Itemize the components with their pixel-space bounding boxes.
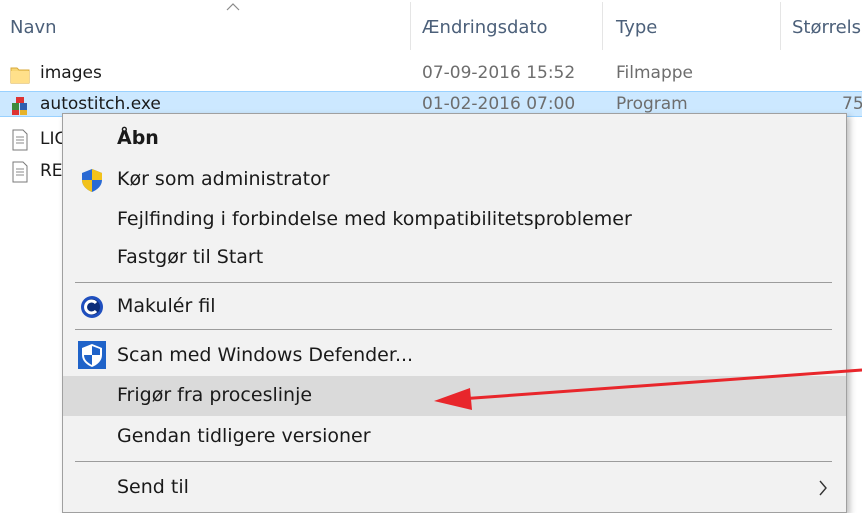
menu-item-label: Fejlfinding i forbindelse med kompatibil… xyxy=(117,208,632,230)
menu-item-scan-defender[interactable]: Scan med Windows Defender... xyxy=(63,336,846,376)
column-divider[interactable] xyxy=(410,2,411,50)
file-name[interactable]: autostitch.exe xyxy=(40,94,161,114)
menu-item-label: Send til xyxy=(117,476,189,498)
menu-separator xyxy=(75,461,832,462)
menu-item-label: Makulér fil xyxy=(117,295,216,317)
column-header-size[interactable]: Størrelse xyxy=(792,17,862,38)
file-type: Program xyxy=(616,94,688,114)
menu-separator xyxy=(75,329,832,330)
menu-item-label: Kør som administrator xyxy=(117,168,330,190)
menu-item-unpin-taskbar[interactable]: Frigør fra proceslinje xyxy=(63,376,846,416)
column-header-name[interactable]: Navn xyxy=(10,17,57,38)
exe-app-icon xyxy=(12,97,27,115)
file-size: 75 xyxy=(842,94,862,114)
menu-item-label: Åbn xyxy=(117,127,159,149)
column-header-modified[interactable]: Ændringsdato xyxy=(422,17,548,38)
menu-item-run-as-admin[interactable]: Kør som administrator xyxy=(63,160,846,200)
column-header-bar: Navn Ændringsdato Type Størrelse xyxy=(0,0,862,56)
text-file-icon xyxy=(12,161,28,183)
uac-shield-icon xyxy=(82,169,102,192)
file-type: Filmappe xyxy=(616,63,694,83)
column-divider[interactable] xyxy=(780,2,781,50)
menu-item-pin-start[interactable]: Fastgør til Start xyxy=(63,238,846,278)
column-header-type[interactable]: Type xyxy=(616,17,657,38)
file-name[interactable]: images xyxy=(40,63,102,83)
menu-item-restore-versions[interactable]: Gendan tidligere versioner xyxy=(63,417,846,457)
windows-defender-icon xyxy=(78,341,106,369)
menu-item-send-to[interactable]: Send til xyxy=(63,468,846,508)
text-file-icon xyxy=(12,129,28,151)
menu-item-open[interactable]: Åbn xyxy=(63,119,846,159)
file-date: 07-09-2016 15:52 xyxy=(422,63,576,83)
menu-item-troubleshoot-compat[interactable]: Fejlfinding i forbindelse med kompatibil… xyxy=(63,200,846,240)
menu-item-label: Scan med Windows Defender... xyxy=(117,344,414,366)
sort-ascending-icon xyxy=(226,3,240,11)
menu-item-label: Fastgør til Start xyxy=(117,246,264,268)
file-row-images[interactable]: images 07-09-2016 15:52 Filmappe xyxy=(0,61,862,87)
menu-item-shred-file[interactable]: Makulér fil xyxy=(63,287,846,327)
file-date: 01-02-2016 07:00 xyxy=(422,94,576,114)
menu-separator xyxy=(75,282,832,283)
chevron-right-icon xyxy=(819,480,827,496)
folder-icon xyxy=(10,67,30,84)
column-divider[interactable] xyxy=(602,2,603,50)
menu-item-label: Gendan tidligere versioner xyxy=(117,425,371,447)
ccleaner-icon xyxy=(81,296,103,318)
menu-item-label: Frigør fra proceslinje xyxy=(117,384,313,406)
context-menu: Åbn Kør som administrator Fejlfinding i … xyxy=(62,113,847,513)
